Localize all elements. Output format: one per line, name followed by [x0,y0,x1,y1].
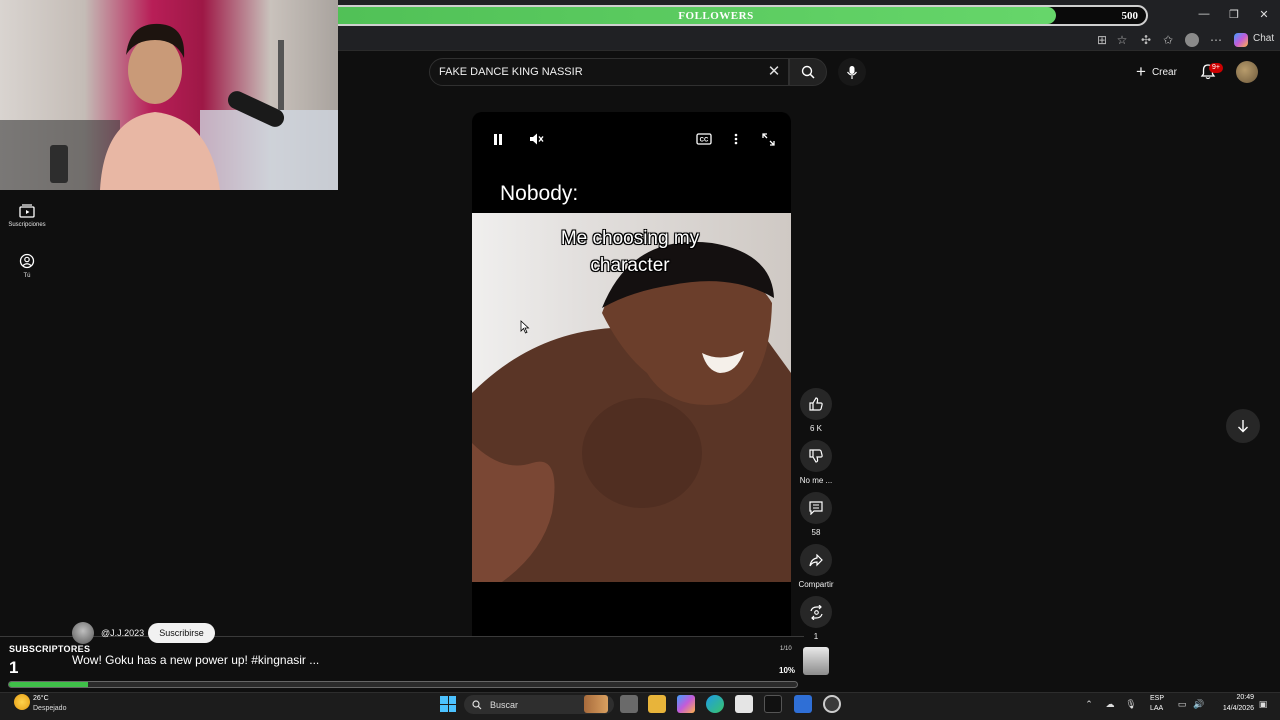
minimize-button[interactable]: — [1189,6,1219,22]
short-title[interactable]: Wow! Goku has a new power up! #kingnasir… [72,653,319,667]
clock-date[interactable]: 14/4/2026 [1214,705,1254,712]
tray-microphone-icon[interactable]: 🎙 [1124,697,1138,711]
followers-goal-bar: 448 FOLLOWERS 500 [280,5,1148,26]
muted-volume-icon[interactable] [528,131,544,147]
search-button[interactable] [789,58,827,86]
plus-icon: + [1136,62,1146,81]
remix-button[interactable] [800,596,832,628]
weather-icon[interactable] [14,694,30,710]
store-icon[interactable] [735,695,753,713]
followers-label: FOLLOWERS [678,10,754,22]
channel-thumbnail[interactable] [803,647,829,675]
favorites-icon[interactable]: ✩ [1160,32,1176,48]
thumbs-down-icon [809,449,823,463]
streaming-app-icon[interactable] [764,695,782,713]
like-count: 6 K [809,424,822,433]
like-button[interactable] [800,388,832,420]
weather-description[interactable]: Despejado [33,705,66,712]
you-icon [19,253,35,269]
fullscreen-icon[interactable] [760,131,776,147]
copilot-app-icon[interactable] [677,695,695,713]
comment-icon [809,501,823,515]
comments-button[interactable] [800,492,832,524]
mouse-cursor-icon [520,320,530,334]
search-query-text[interactable]: FAKE DANCE KING NASSIR [439,66,583,78]
copilot-icon[interactable] [1233,32,1249,48]
subscriptions-icon [19,204,35,218]
microphone-icon [847,65,857,79]
share-label: Compartir [798,580,834,589]
create-label: Crear [1151,66,1177,78]
input-language[interactable]: ESP [1150,695,1164,702]
pause-icon[interactable] [490,131,506,147]
remix-icon [809,604,823,620]
create-button[interactable]: + Crear [1136,63,1177,81]
volume-icon[interactable]: 🔊 [1192,697,1206,711]
start-button[interactable] [440,696,456,712]
sidebar-item-subscriptions[interactable]: Suscripciones [0,204,54,228]
notifications-tray-icon[interactable]: ▣ [1256,697,1270,711]
followers-goal: 500 [1121,10,1139,22]
page-counter: 1/10 [780,646,792,652]
arrow-down-icon [1238,420,1248,433]
subscribers-progress-bar [8,681,798,688]
more-options-icon[interactable]: ⋯ [1208,32,1224,48]
obs-icon[interactable] [823,695,841,713]
share-icon [809,553,823,566]
close-window-button[interactable]: ✕ [1249,6,1279,22]
svg-text:CC: CC [700,138,709,144]
security-app-icon[interactable] [794,695,812,713]
account-avatar[interactable] [1236,61,1258,83]
meme-caption: Me choosing my character [560,228,700,276]
sidebar-item-label: Suscripciones [8,222,46,228]
sidebar-item-you[interactable]: Tú [0,253,54,279]
channel-avatar[interactable] [72,622,94,644]
dislike-button[interactable] [800,440,832,472]
profile-icon[interactable] [1184,32,1200,48]
onedrive-icon[interactable]: ☁ [1103,697,1117,711]
clock-time[interactable]: 20:49 [1214,694,1254,701]
network-icon[interactable]: ▭ [1175,697,1189,711]
taskbar-search-label: Buscar [490,699,519,710]
notification-badge: 9+ [1209,63,1223,73]
share-button[interactable] [800,544,832,576]
subscribers-percent: 10% [779,666,796,675]
captions-icon[interactable]: CC [696,131,712,147]
search-icon [472,699,482,709]
voice-search-button[interactable] [838,58,866,86]
channel-handle[interactable]: @J.J.2023 [101,628,144,638]
subscribers-count: 1 [9,658,19,677]
next-short-button[interactable] [1226,409,1260,443]
weather-temperature[interactable]: 26°C [33,695,49,702]
taskbar-widget-icon[interactable] [584,695,608,713]
clear-search-icon[interactable]: ✕ [766,64,782,80]
browser-divider [338,50,1280,51]
meme-top-text: Nobody: [500,182,579,205]
tray-chevron-icon[interactable]: ⌃ [1082,697,1096,711]
chat-label[interactable]: Chat [1253,33,1274,44]
extensions-puzzle-icon[interactable]: ✣ [1138,32,1154,48]
comments-count: 58 [811,528,821,537]
thumbs-up-icon [809,397,823,411]
subscribe-button[interactable]: Suscribirse [148,623,215,643]
file-explorer-icon[interactable] [648,695,666,713]
sidebar-item-label: Tú [23,273,31,279]
edge-browser-icon[interactable] [706,695,724,713]
task-view-icon[interactable] [620,695,638,713]
search-icon [801,65,815,79]
webcam-feed [0,0,338,190]
more-vert-icon[interactable] [728,131,744,147]
favorite-icon[interactable]: ☆ [1114,32,1130,48]
extensions-icon[interactable]: ⊞ [1094,32,1110,48]
dislike-label: No me ... [799,476,833,485]
maximize-button[interactable]: ❐ [1219,6,1249,22]
input-layout[interactable]: LAA [1150,705,1163,712]
subscribers-progress-fill [9,682,88,687]
